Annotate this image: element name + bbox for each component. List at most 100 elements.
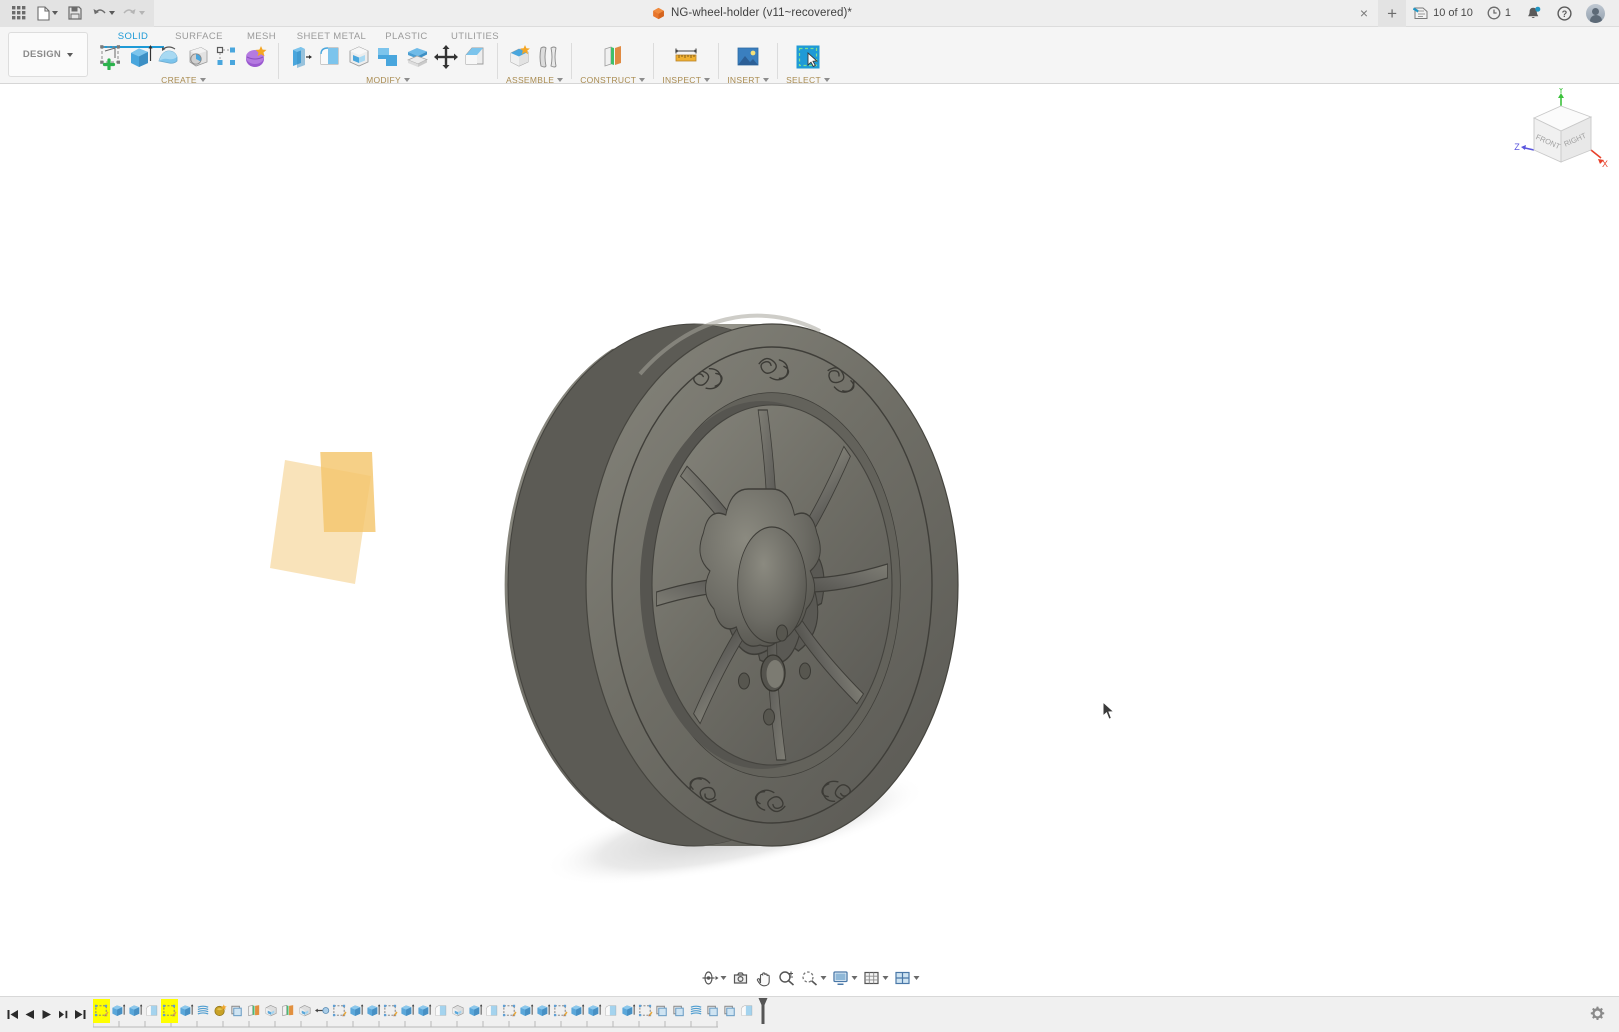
fillet-feature[interactable] bbox=[144, 999, 161, 1023]
display-settings-icon[interactable] bbox=[829, 968, 859, 988]
workspace-switcher[interactable]: DESIGN bbox=[8, 32, 88, 77]
avatar-icon bbox=[1586, 3, 1605, 23]
sketch-feature[interactable] bbox=[501, 999, 518, 1023]
view-cube-body[interactable]: FRONT RIGHT bbox=[1532, 105, 1593, 163]
3d-viewport-canvas[interactable]: Y X Z FRONT RIGHT bbox=[0, 84, 1619, 996]
revolve-icon[interactable] bbox=[155, 43, 183, 71]
fit-icon[interactable] bbox=[798, 968, 828, 988]
document-title: NG-wheel-holder (v11~recovered)* bbox=[670, 7, 852, 19]
extrude-feature[interactable] bbox=[586, 999, 603, 1023]
fusion-cube-icon bbox=[653, 7, 664, 19]
timeline-playback-controls bbox=[0, 1003, 89, 1027]
measure-icon[interactable] bbox=[672, 43, 700, 71]
go-to-end-icon[interactable] bbox=[72, 1003, 89, 1027]
jobs-status[interactable]: 10 of 10 bbox=[1406, 0, 1480, 27]
chamfer-icon[interactable] bbox=[461, 43, 489, 71]
sketch-feature[interactable] bbox=[331, 999, 348, 1023]
new-tab-button[interactable]: + bbox=[1378, 0, 1407, 27]
document-tab[interactable]: NG-wheel-holder (v11~recovered)* bbox=[652, 7, 852, 20]
mirror-feature[interactable] bbox=[280, 999, 297, 1023]
sketch-feature[interactable] bbox=[382, 999, 399, 1023]
fillet-feature[interactable] bbox=[739, 999, 756, 1023]
thread-feature[interactable] bbox=[688, 999, 705, 1023]
shell-feature[interactable] bbox=[297, 999, 314, 1023]
extrude-feature[interactable] bbox=[178, 999, 195, 1023]
form-icon[interactable] bbox=[242, 43, 270, 71]
sweep-hole-icon[interactable] bbox=[184, 43, 212, 71]
shell-feature[interactable] bbox=[263, 999, 280, 1023]
sketch-feature[interactable] bbox=[552, 999, 569, 1023]
extrude-feature[interactable] bbox=[365, 999, 382, 1023]
combine-icon[interactable] bbox=[374, 43, 402, 71]
pattern-feature[interactable] bbox=[229, 999, 246, 1023]
wheel-holder-3d-model[interactable] bbox=[0, 84, 1619, 996]
look-at-icon[interactable] bbox=[729, 968, 751, 988]
account-button[interactable] bbox=[1580, 0, 1611, 27]
shell-feature[interactable] bbox=[450, 999, 467, 1023]
file-icon[interactable] bbox=[32, 1, 62, 26]
timeline-feature-track[interactable] bbox=[93, 997, 768, 1032]
extrude-icon[interactable] bbox=[126, 43, 154, 71]
mirror-feature[interactable] bbox=[246, 999, 263, 1023]
extrude-feature[interactable] bbox=[399, 999, 416, 1023]
close-tab-button[interactable]: × bbox=[1350, 0, 1378, 27]
offset-plane-icon[interactable] bbox=[599, 43, 627, 71]
extrude-feature[interactable] bbox=[110, 999, 127, 1023]
fillet-feature[interactable] bbox=[484, 999, 501, 1023]
panel-divider bbox=[777, 43, 779, 79]
chevron-down-icon bbox=[851, 976, 857, 980]
view-cube[interactable]: Y X Z FRONT RIGHT bbox=[1509, 88, 1609, 180]
go-to-beginning-icon[interactable] bbox=[4, 1003, 21, 1027]
undo-icon[interactable] bbox=[88, 1, 118, 26]
jobs-label: 10 of 10 bbox=[1433, 7, 1473, 19]
timeline-settings-gear-icon[interactable] bbox=[1590, 1006, 1605, 1021]
sketch-feature[interactable] bbox=[637, 999, 654, 1023]
extrude-feature[interactable] bbox=[620, 999, 637, 1023]
timeline-bar bbox=[0, 996, 1619, 1032]
app-grid-icon[interactable] bbox=[6, 1, 32, 26]
insert-image-icon[interactable] bbox=[734, 43, 762, 71]
sketch-feature[interactable] bbox=[93, 998, 110, 1023]
move-copy-icon[interactable] bbox=[432, 43, 460, 71]
zoom-icon[interactable] bbox=[775, 968, 797, 988]
sketch-feature[interactable] bbox=[161, 998, 178, 1023]
extrude-feature[interactable] bbox=[569, 999, 586, 1023]
pattern-feature[interactable] bbox=[654, 999, 671, 1023]
recent-documents[interactable]: 1 bbox=[1480, 0, 1518, 27]
extrude-feature[interactable] bbox=[127, 999, 144, 1023]
viewports-icon[interactable] bbox=[891, 968, 921, 988]
extrude-feature[interactable] bbox=[535, 999, 552, 1023]
extrude-feature[interactable] bbox=[518, 999, 535, 1023]
shell-icon[interactable] bbox=[345, 43, 373, 71]
play-icon[interactable] bbox=[38, 1003, 55, 1027]
pattern-icon[interactable] bbox=[213, 43, 241, 71]
pattern-feature[interactable] bbox=[671, 999, 688, 1023]
select-window-icon[interactable] bbox=[794, 43, 822, 71]
appearance-feature[interactable] bbox=[212, 999, 229, 1023]
create-sketch-icon[interactable] bbox=[97, 43, 125, 71]
timeline-marker[interactable] bbox=[758, 997, 768, 1024]
grid-snaps-icon[interactable] bbox=[860, 968, 890, 988]
offset-face-icon[interactable] bbox=[403, 43, 431, 71]
new-component-icon[interactable] bbox=[506, 43, 534, 71]
step-forward-icon[interactable] bbox=[55, 1003, 72, 1027]
orbit-icon[interactable] bbox=[698, 968, 728, 988]
joint-icon[interactable] bbox=[535, 43, 563, 71]
thread-feature[interactable] bbox=[195, 999, 212, 1023]
fillet-feature[interactable] bbox=[433, 999, 450, 1023]
pattern-feature[interactable] bbox=[722, 999, 739, 1023]
save-icon[interactable] bbox=[62, 1, 88, 26]
pan-icon[interactable] bbox=[752, 968, 774, 988]
fillet-feature[interactable] bbox=[603, 999, 620, 1023]
extrude-feature[interactable] bbox=[348, 999, 365, 1023]
notifications-button[interactable] bbox=[1518, 0, 1549, 27]
pattern-feature[interactable] bbox=[705, 999, 722, 1023]
redo-icon[interactable] bbox=[118, 1, 148, 26]
extrude-feature[interactable] bbox=[416, 999, 433, 1023]
fillet-icon[interactable] bbox=[316, 43, 344, 71]
extrude-feature[interactable] bbox=[467, 999, 484, 1023]
help-button[interactable]: ? bbox=[1549, 0, 1580, 27]
step-back-icon[interactable] bbox=[21, 1003, 38, 1027]
press-pull-icon[interactable] bbox=[287, 43, 315, 71]
move-feature[interactable] bbox=[314, 999, 331, 1023]
